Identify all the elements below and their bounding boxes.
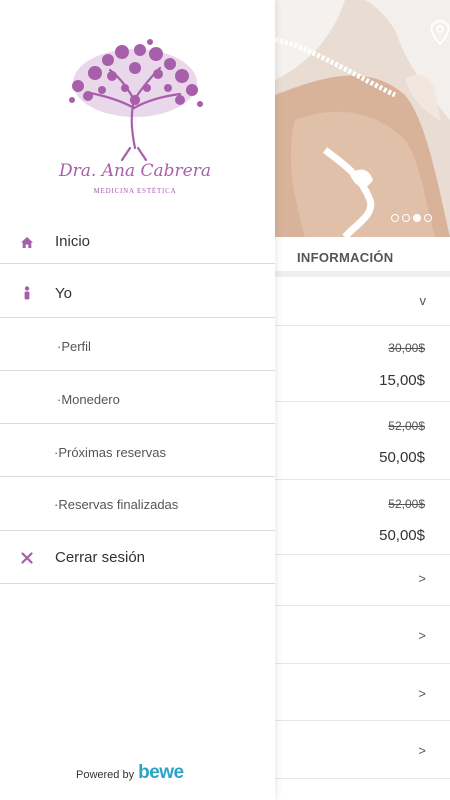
menu-item-proximas-reservas[interactable]: ·Próximas reservas: [0, 424, 275, 477]
chevron-right-icon: >: [418, 686, 426, 701]
logo-name: Dra. Ana Cabrera: [59, 161, 211, 181]
chevron-down-icon: v: [419, 293, 427, 308]
logo-subtitle: MEDICINA ESTÉTICA: [93, 187, 177, 195]
carousel-dot-active[interactable]: [413, 214, 421, 222]
price-row[interactable]: 52,00$ 50,00$: [275, 480, 450, 555]
menu-item-inicio[interactable]: Inicio: [0, 218, 275, 264]
new-price: 15,00$: [379, 372, 425, 389]
price-row[interactable]: 30,00$ 15,00$: [275, 326, 450, 402]
carousel-dot[interactable]: [424, 214, 432, 222]
home-icon: [19, 234, 35, 250]
carousel-dot[interactable]: [402, 214, 410, 222]
list-item[interactable]: >: [275, 555, 450, 606]
menu-item-cerrar-sesion[interactable]: Cerrar sesión: [0, 531, 275, 584]
new-price: 50,00$: [379, 527, 425, 544]
tree-logo-icon: [69, 39, 203, 162]
hero-photo: [275, 0, 450, 237]
person-icon: [19, 285, 35, 301]
clinic-logo: Dra. Ana Cabrera MEDICINA ESTÉTICA: [50, 38, 220, 203]
chevron-right-icon: >: [418, 743, 426, 758]
old-price: 30,00$: [388, 341, 425, 355]
submenu-label: ·Monedero: [57, 392, 120, 407]
bewe-logo: bewe: [138, 762, 184, 783]
powered-by-text: Powered by: [76, 769, 135, 781]
submenu-label: ·Próximas reservas: [54, 445, 166, 460]
list-item[interactable]: >: [275, 664, 450, 721]
carousel-dot[interactable]: [391, 214, 399, 222]
list-item[interactable]: v: [275, 277, 450, 326]
navigation-drawer: Dra. Ana Cabrera MEDICINA ESTÉTICA Inici…: [0, 0, 275, 800]
menu-label: Cerrar sesión: [55, 549, 146, 566]
submenu-label: ·Reservas finalizadas: [54, 497, 179, 512]
submenu-label: ·Perfil: [57, 339, 91, 354]
close-icon: [19, 550, 35, 566]
list-item[interactable]: >: [275, 721, 450, 779]
list-item[interactable]: >: [275, 606, 450, 664]
carousel-indicators[interactable]: [391, 214, 432, 222]
chevron-right-icon: >: [418, 628, 426, 643]
menu-item-yo[interactable]: Yo: [0, 264, 275, 318]
menu-item-perfil[interactable]: ·Perfil: [0, 318, 275, 371]
menu-label: Inicio: [55, 233, 91, 250]
chevron-right-icon: >: [418, 571, 426, 586]
section-title: INFORMACIÓN: [297, 250, 394, 265]
old-price: 52,00$: [388, 419, 425, 433]
menu-item-reservas-finalizadas[interactable]: ·Reservas finalizadas: [0, 477, 275, 531]
menu-label: Yo: [55, 285, 72, 302]
new-price: 50,00$: [379, 449, 425, 466]
menu-item-monedero[interactable]: ·Monedero: [0, 371, 275, 424]
hero-image[interactable]: [275, 0, 450, 237]
old-price: 52,00$: [388, 497, 425, 511]
powered-by-footer[interactable]: Powered by bewe: [76, 762, 184, 784]
price-row[interactable]: 52,00$ 50,00$: [275, 402, 450, 480]
